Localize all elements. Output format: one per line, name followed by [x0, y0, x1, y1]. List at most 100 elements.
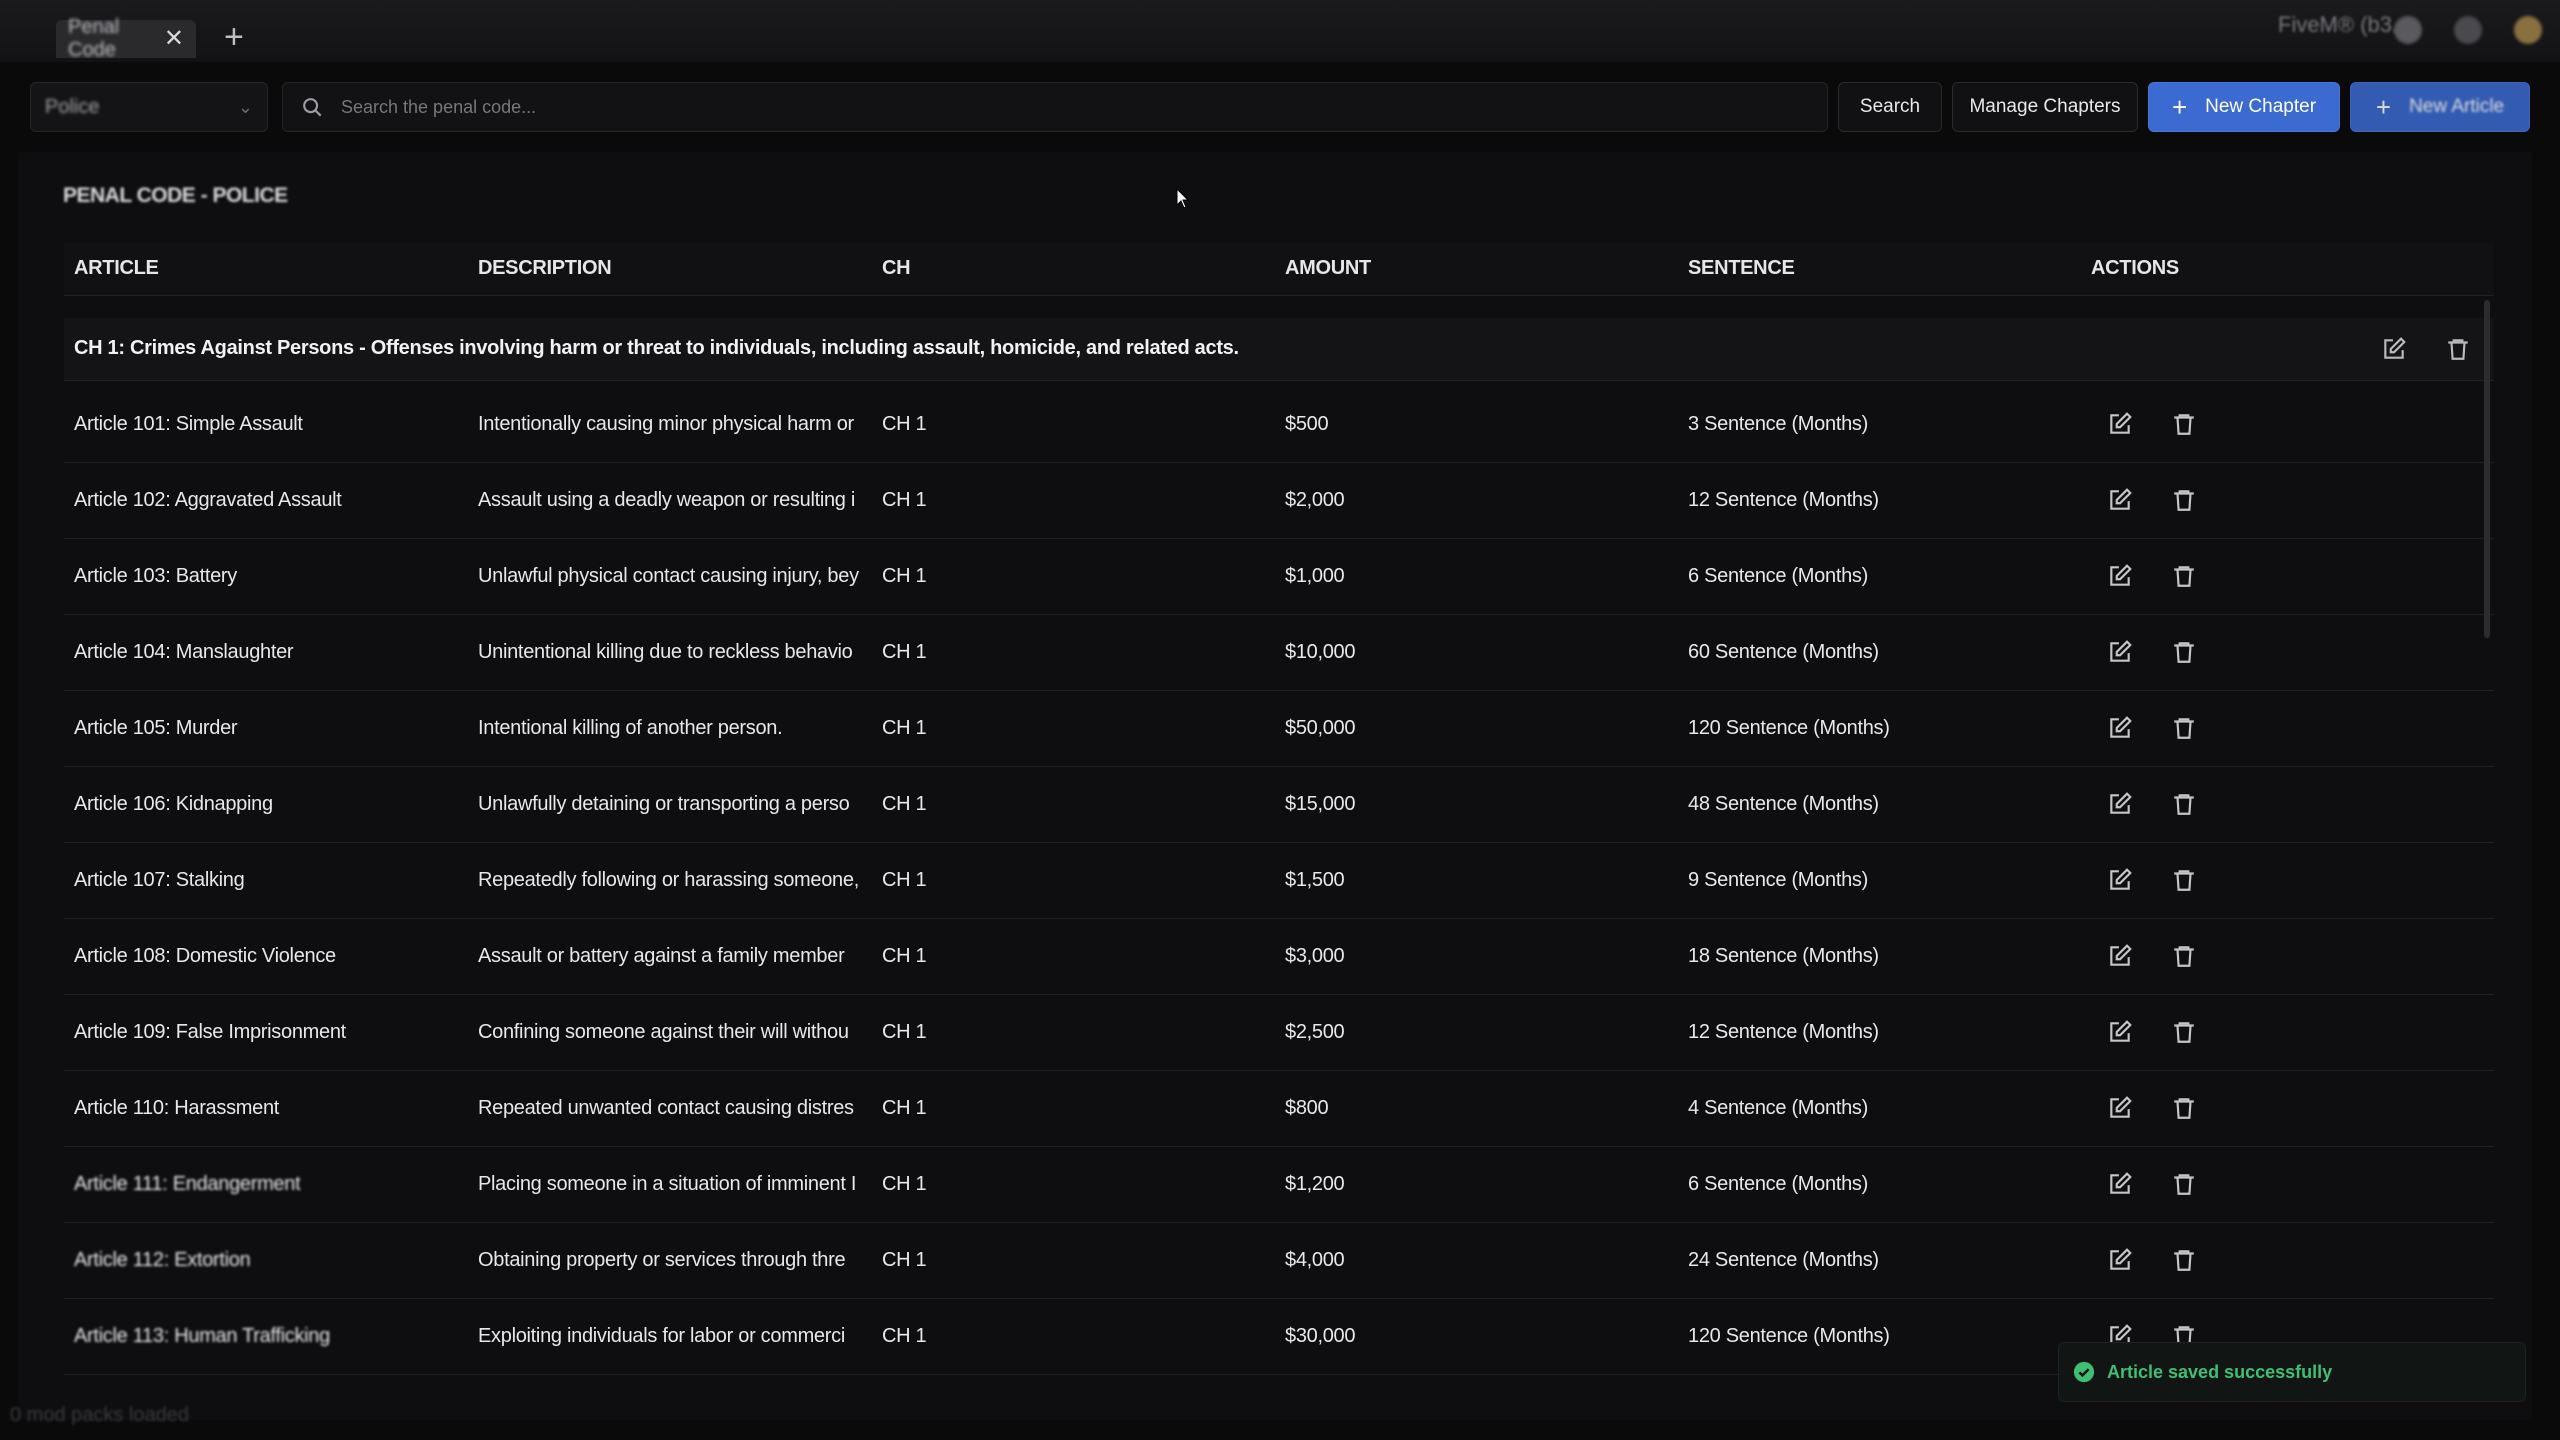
article-chapter: CH 1	[882, 869, 927, 891]
department-select[interactable]: Police ⌄	[30, 82, 268, 132]
article-description: Unlawfully detaining or transporting a p…	[478, 793, 850, 815]
close-icon[interactable]: ✕	[164, 27, 184, 51]
trash-icon[interactable]	[2171, 1019, 2197, 1045]
article-amount: $500	[1285, 413, 1329, 435]
trash-icon[interactable]	[2171, 943, 2197, 969]
edit-icon[interactable]	[2107, 411, 2133, 437]
plus-icon: +	[2375, 92, 2392, 122]
chapter-row[interactable]: CH 1: Crimes Against Persons - Offenses …	[64, 318, 2494, 381]
edit-icon[interactable]	[2107, 563, 2133, 589]
article-sentence: 12 Sentence (Months)	[1688, 489, 1879, 511]
table-row[interactable]: Article 107: Stalking Repeatedly followin…	[64, 843, 2494, 919]
article-sentence: 120 Sentence (Months)	[1688, 1325, 1890, 1347]
edit-icon[interactable]	[2107, 639, 2133, 665]
plus-icon: +	[2171, 92, 2188, 122]
search-button-label: Search	[1859, 96, 1921, 117]
success-toast: Article saved successfully	[2058, 1342, 2526, 1402]
article-description: Placing someone in a situation of immine…	[478, 1173, 857, 1195]
manage-chapters-button[interactable]: Manage Chapters	[1952, 82, 2138, 132]
scrollbar[interactable]	[2484, 300, 2490, 638]
table-row[interactable]: Article 103: Battery Unlawful physical co…	[64, 539, 2494, 615]
trash-icon[interactable]	[2445, 336, 2471, 362]
new-tab-plus-icon[interactable]: +	[224, 20, 244, 54]
article-description: Repeated unwanted contact causing distre…	[478, 1097, 854, 1119]
title-bar: Penal Code ✕ + FiveM® (b3...	[0, 0, 2560, 62]
article-name: Article 103: Battery	[74, 565, 237, 587]
article-sentence: 24 Sentence (Months)	[1688, 1249, 1879, 1271]
edit-icon[interactable]	[2107, 1095, 2133, 1121]
table-row[interactable]: Article 109: False Imprisonment Confining…	[64, 995, 2494, 1071]
table-row[interactable]: Article 110: Harassment Repeated unwanted…	[64, 1071, 2494, 1147]
trash-icon[interactable]	[2171, 715, 2197, 741]
table-row[interactable]: Article 111: Endangerment Placing someone…	[64, 1147, 2494, 1223]
article-amount: $3,000	[1285, 945, 1345, 967]
avatar[interactable]	[2514, 16, 2542, 44]
article-chapter: CH 1	[882, 1173, 927, 1195]
settings-icon[interactable]	[2394, 16, 2422, 44]
article-chapter: CH 1	[882, 565, 927, 587]
article-chapter: CH 1	[882, 793, 927, 815]
article-sentence: 6 Sentence (Months)	[1688, 565, 1868, 587]
article-name: Article 110: Harassment	[74, 1097, 280, 1119]
table-row[interactable]: Article 106: Kidnapping Unlawfully detain…	[64, 767, 2494, 843]
table-row[interactable]: Article 108: Domestic Violence Assault or…	[64, 919, 2494, 995]
chapter-title: CH 1: Crimes Against Persons - Offenses …	[74, 337, 1239, 359]
table-row[interactable]: Article 105: Murder Intentional killing o…	[64, 691, 2494, 767]
table-header: ARTICLE DESCRIPTION CH AMOUNT SENTENCE A…	[64, 243, 2494, 296]
article-amount: $1,000	[1285, 565, 1345, 587]
footer-status: 0 mod packs loaded	[10, 1404, 190, 1426]
article-sentence: 48 Sentence (Months)	[1688, 793, 1879, 815]
new-chapter-button[interactable]: + New Chapter	[2148, 82, 2340, 132]
header-amount: AMOUNT	[1285, 257, 1371, 279]
search-box[interactable]	[282, 82, 1828, 132]
search-button[interactable]: Search	[1838, 82, 1942, 132]
article-description: Assault using a deadly weapon or resulti…	[478, 489, 856, 511]
header-ch: CH	[882, 257, 911, 279]
article-amount: $4,000	[1285, 1249, 1345, 1271]
notification-icon[interactable]	[2454, 16, 2482, 44]
article-amount: $1,500	[1285, 869, 1345, 891]
article-sentence: 9 Sentence (Months)	[1688, 869, 1868, 891]
article-sentence: 3 Sentence (Months)	[1688, 413, 1868, 435]
edit-icon[interactable]	[2107, 791, 2133, 817]
tab-penal-code[interactable]: Penal Code ✕	[56, 16, 196, 61]
edit-icon[interactable]	[2381, 336, 2407, 362]
trash-icon[interactable]	[2171, 1095, 2197, 1121]
edit-icon[interactable]	[2107, 487, 2133, 513]
table-row[interactable]: Article 102: Aggravated Assault Assault u…	[64, 463, 2494, 539]
edit-icon[interactable]	[2107, 715, 2133, 741]
article-name: Article 108: Domestic Violence	[74, 945, 336, 967]
edit-icon[interactable]	[2107, 1019, 2133, 1045]
app-brand: FiveM® (b3...	[2278, 12, 2411, 37]
new-article-button[interactable]: + New Article	[2350, 82, 2530, 132]
header-article: ARTICLE	[74, 257, 159, 279]
edit-icon[interactable]	[2107, 1247, 2133, 1273]
search-input[interactable]	[339, 95, 1809, 119]
article-amount: $50,000	[1285, 717, 1356, 739]
trash-icon[interactable]	[2171, 411, 2197, 437]
article-sentence: 60 Sentence (Months)	[1688, 641, 1879, 663]
check-circle-icon	[2073, 1361, 2095, 1383]
article-amount: $30,000	[1285, 1325, 1356, 1347]
article-sentence: 120 Sentence (Months)	[1688, 717, 1890, 739]
trash-icon[interactable]	[2171, 867, 2197, 893]
table-row[interactable]: Article 104: Manslaughter Unintentional k…	[64, 615, 2494, 691]
article-chapter: CH 1	[882, 413, 927, 435]
trash-icon[interactable]	[2171, 1171, 2197, 1197]
toolbar: Police ⌄ Search Manage Chapters + New Ch…	[0, 82, 2560, 138]
edit-icon[interactable]	[2107, 867, 2133, 893]
table-row[interactable]: Article 112: Extortion Obtaining property…	[64, 1223, 2494, 1299]
trash-icon[interactable]	[2171, 563, 2197, 589]
article-name: Article 101: Simple Assault	[74, 413, 303, 435]
edit-icon[interactable]	[2107, 1171, 2133, 1197]
article-description: Intentionally causing minor physical har…	[478, 413, 854, 435]
table-row[interactable]: Article 101: Simple Assault Intentionally…	[64, 387, 2494, 463]
trash-icon[interactable]	[2171, 1247, 2197, 1273]
article-description: Intentional killing of another person.	[478, 717, 783, 739]
trash-icon[interactable]	[2171, 639, 2197, 665]
trash-icon[interactable]	[2171, 487, 2197, 513]
edit-icon[interactable]	[2107, 943, 2133, 969]
chevron-down-icon: ⌄	[237, 96, 253, 117]
article-chapter: CH 1	[882, 1249, 927, 1271]
trash-icon[interactable]	[2171, 791, 2197, 817]
